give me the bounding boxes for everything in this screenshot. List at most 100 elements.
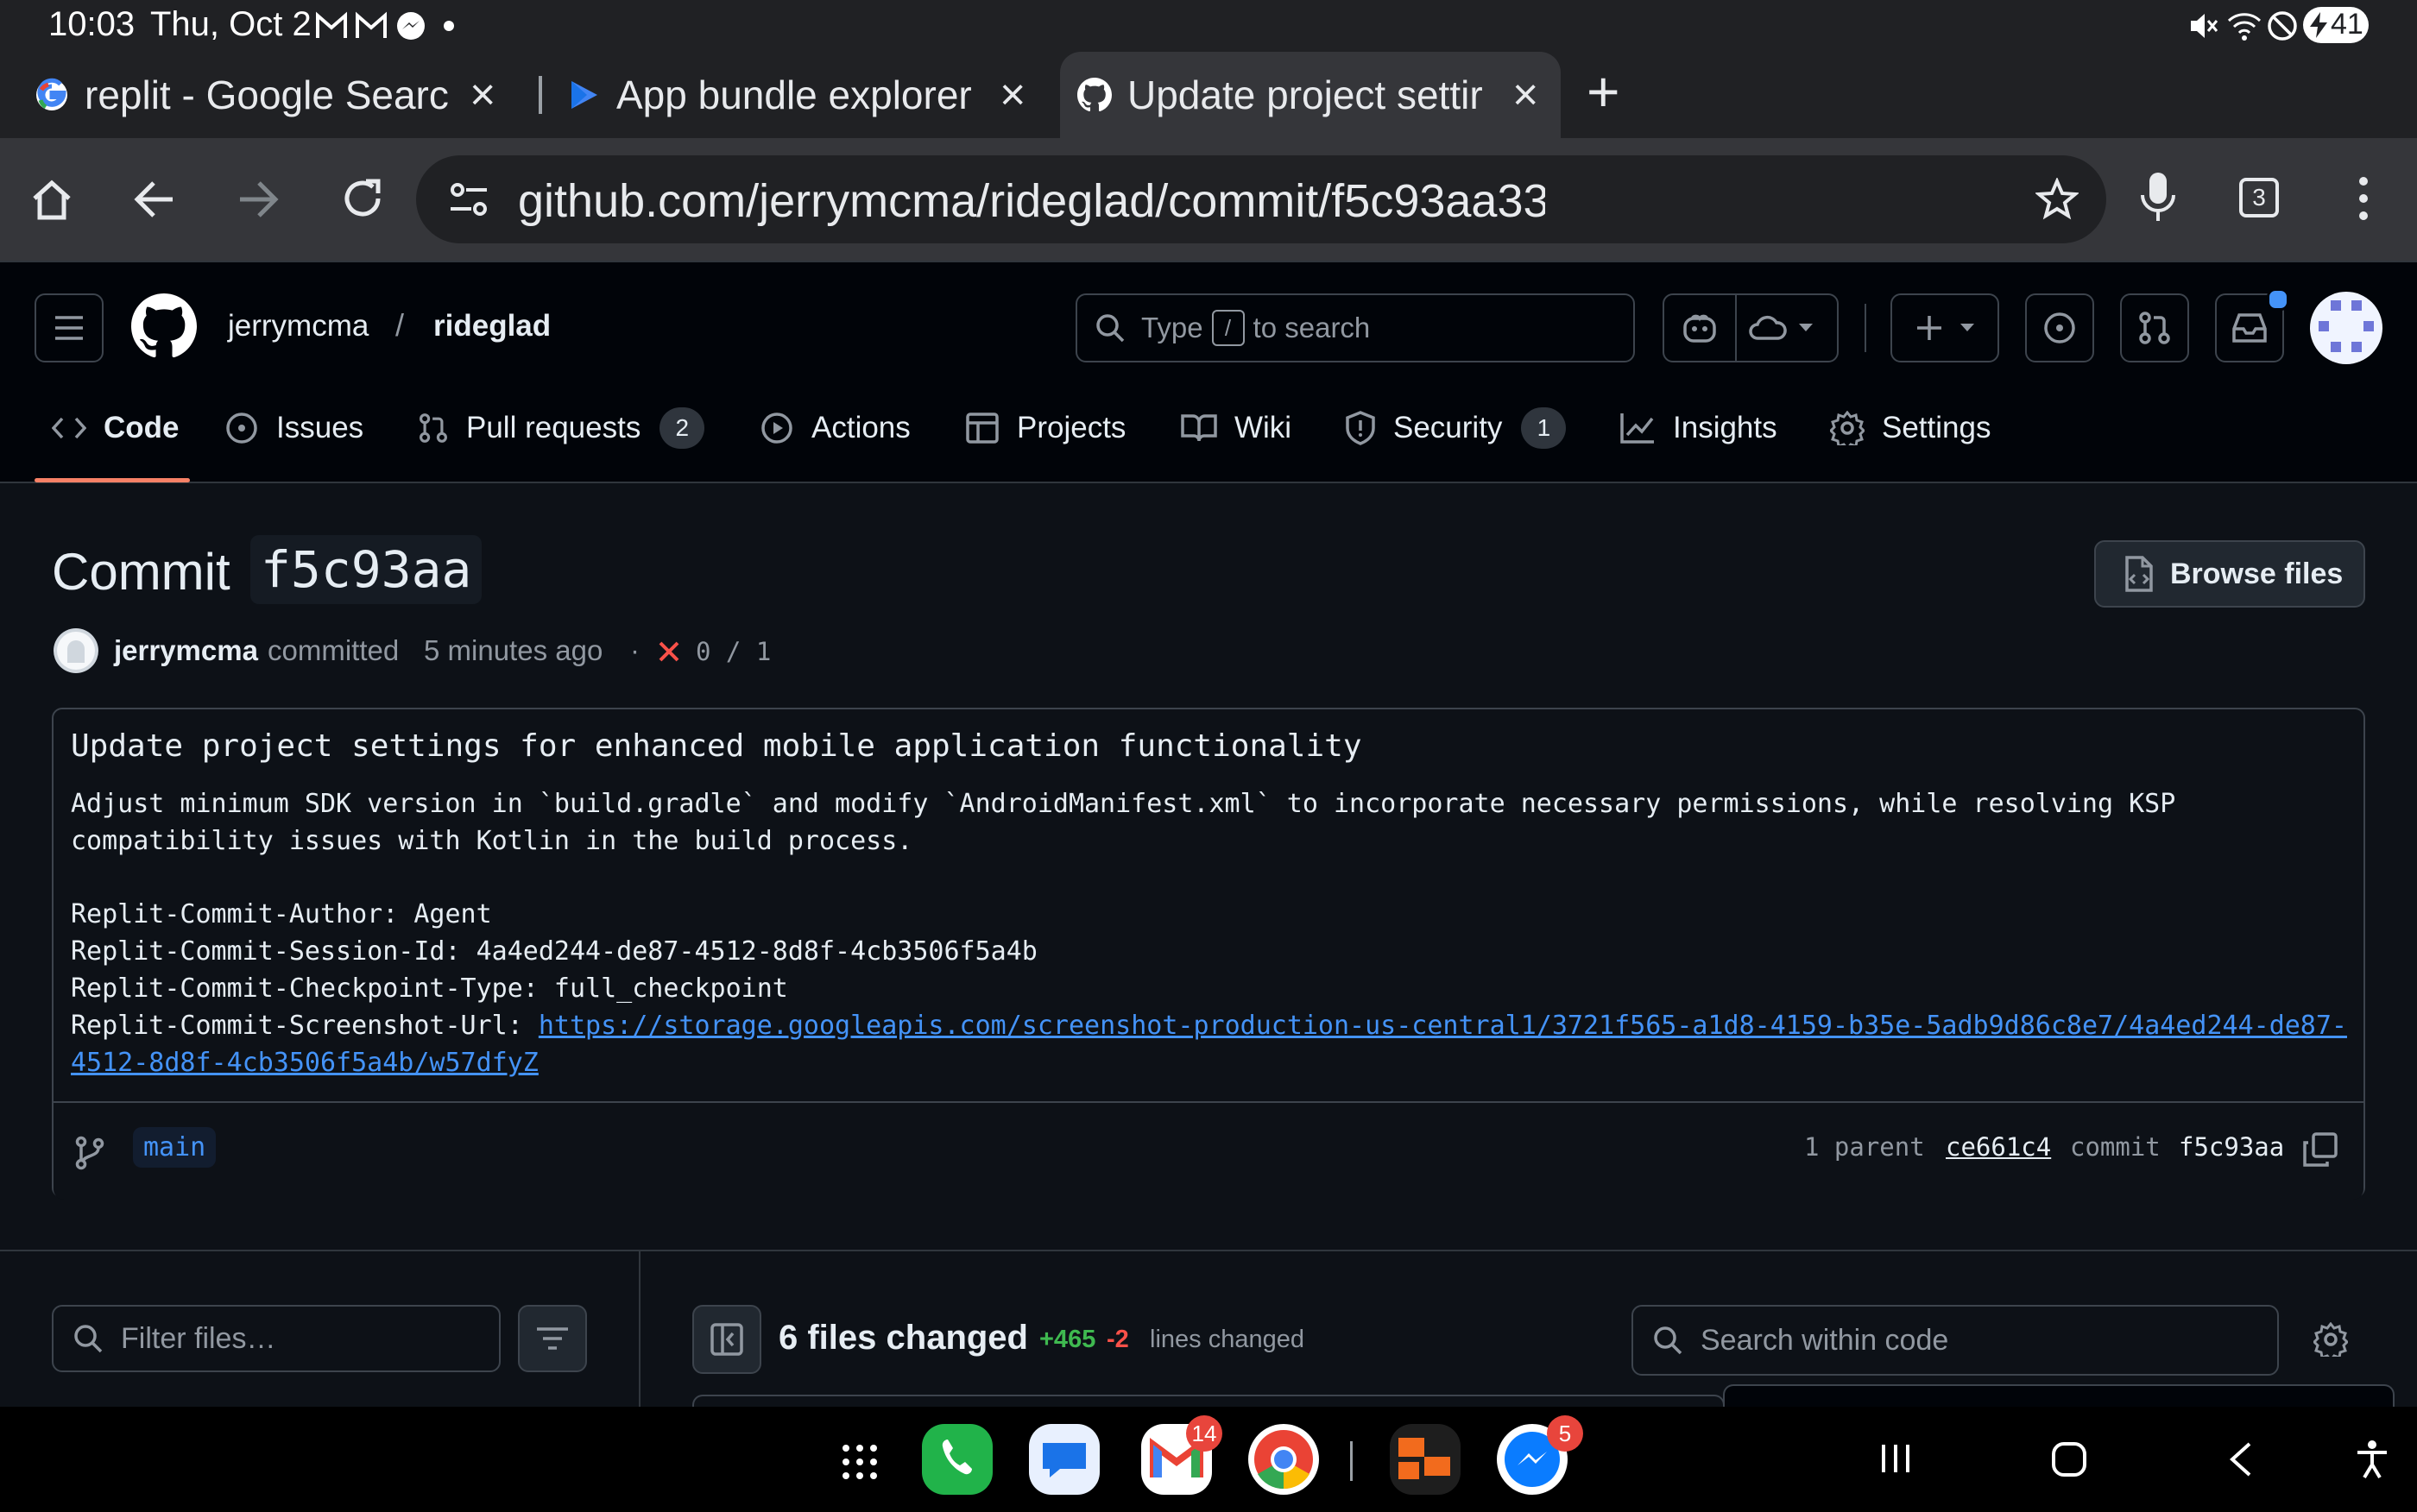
tab-code[interactable]: Code [52, 400, 180, 456]
commit-footer: main 1 parent ce661c4 commit f5c93aa [54, 1101, 2363, 1200]
author-avatar[interactable] [54, 628, 98, 673]
back-nav-icon[interactable] [2227, 1441, 2253, 1477]
address-bar[interactable]: github.com/jerrymcma/rideglad/commit/f5c… [416, 155, 2106, 243]
gmail-notification-icon [316, 10, 395, 41]
pull-requests-button[interactable] [2120, 293, 2189, 362]
checks-status[interactable]: 0 / 1 [696, 637, 771, 666]
button-divider [1735, 293, 1737, 362]
new-tab-button[interactable]: + [1587, 59, 1620, 124]
tab-label: Actions [811, 411, 911, 444]
chevron-down-icon [1960, 324, 1974, 331]
additions-count: +465 [1039, 1326, 1096, 1353]
messenger-notification-icon [395, 10, 426, 41]
parent-sha-link[interactable]: ce661c4 [1946, 1132, 2051, 1162]
url-text[interactable]: github.com/jerrymcma/rideglad/commit/f5c… [518, 174, 1545, 228]
search-within-code-input[interactable]: Search within code [1631, 1305, 2279, 1376]
search-icon [74, 1325, 103, 1353]
tab-strip: replit - Google Searc × App bundle explo… [0, 52, 2417, 138]
copy-icon[interactable] [2301, 1132, 2338, 1169]
phone-app-icon[interactable] [922, 1424, 993, 1495]
close-tab-icon[interactable]: × [1512, 69, 1538, 121]
branch-label[interactable]: main [133, 1127, 217, 1168]
office-app-icon[interactable] [1390, 1424, 1461, 1495]
search-icon [1096, 314, 1125, 343]
commit-trailer: Replit-Commit-Screenshot-Url: https://st… [71, 1011, 2347, 1041]
close-tab-icon[interactable]: × [470, 69, 495, 121]
microphone-icon[interactable] [2139, 171, 2177, 224]
search-placeholder-prefix: Type [1141, 312, 1203, 343]
screenshot-url-link[interactable]: 4512-8d8f-4cb3506f5a4b/w57dfyZ [71, 1048, 539, 1078]
screenshot-url-link[interactable]: https://storage.googleapis.com/screensho… [539, 1011, 2347, 1041]
copilot-button-group[interactable] [1663, 293, 1839, 362]
tab-update-project-settings[interactable]: Update project settir × [1060, 52, 1561, 138]
issues-button[interactable] [2025, 293, 2094, 362]
create-new-button[interactable] [1890, 293, 1999, 362]
tab-actions[interactable]: Actions [760, 400, 911, 456]
toggle-file-tree-button[interactable] [692, 1305, 761, 1374]
avatar[interactable] [2310, 292, 2382, 364]
tab-pull-requests[interactable]: Pull requests 2 [418, 400, 705, 456]
diff-settings-gear-icon[interactable] [2313, 1322, 2348, 1357]
search-icon [1654, 1326, 1682, 1355]
issue-opened-icon [2044, 312, 2075, 343]
copilot-icon [1683, 314, 1716, 343]
gear-icon [1830, 411, 1865, 445]
committed-text: committed [268, 634, 400, 666]
recent-apps-icon[interactable] [1878, 1441, 1913, 1476]
home-icon[interactable] [29, 178, 74, 223]
tab-settings[interactable]: Settings [1830, 400, 1991, 456]
author-link[interactable]: jerrymcma [114, 634, 258, 667]
search-input[interactable]: Type / to search [1076, 293, 1635, 362]
forward-icon[interactable] [237, 180, 280, 219]
tab-label: Projects [1017, 411, 1126, 444]
global-menu-button[interactable] [35, 293, 104, 362]
search-placeholder: Search within code [1701, 1323, 1949, 1357]
filter-options-button[interactable] [518, 1305, 587, 1372]
close-tab-icon[interactable]: × [1000, 69, 1025, 121]
commit-short-sha: f5c93aa [250, 535, 483, 604]
tab-title: Update project settir [1127, 72, 1483, 117]
github-logo-icon[interactable] [131, 293, 197, 359]
github-favicon-icon [1077, 78, 1112, 112]
inbox-icon [2232, 313, 2267, 343]
tab-app-bundle-explorer[interactable]: App bundle explorer × [566, 52, 1032, 138]
sidebar-collapse-icon [710, 1323, 743, 1356]
browse-files-button[interactable]: Browse files [2094, 540, 2365, 608]
more-notifications-dot [444, 21, 454, 31]
repo-name-link[interactable]: rideglad [433, 309, 551, 343]
status-bar: 10:03 Thu, Oct 2 41 [0, 0, 2417, 52]
tab-count-button[interactable]: 3 [2239, 178, 2279, 217]
tab-insights[interactable]: Insights [1619, 400, 1777, 456]
tab-projects[interactable]: Projects [965, 400, 1126, 456]
check-failed-icon[interactable] [658, 640, 680, 663]
filter-files-input[interactable]: Filter files… [52, 1305, 501, 1372]
commit-body-line: Adjust minimum SDK version in `build.gra… [71, 789, 2176, 819]
parent-count: 1 parent [1804, 1132, 1925, 1162]
bookmark-star-icon[interactable] [2035, 178, 2079, 221]
chevron-down-icon [1799, 324, 1813, 331]
status-time: 10:03 [48, 5, 136, 43]
tab-google-search[interactable]: replit - Google Searc × [35, 52, 533, 138]
section-divider [0, 1250, 2417, 1251]
tab-wiki[interactable]: Wiki [1181, 400, 1291, 456]
site-info-icon[interactable] [449, 181, 489, 217]
panel-divider [639, 1251, 641, 1407]
browser-toolbar: github.com/jerrymcma/rideglad/commit/f5c… [0, 138, 2417, 261]
back-icon[interactable] [133, 180, 176, 219]
battery-level: 41 [2331, 8, 2363, 41]
tab-label: Security [1393, 411, 1503, 444]
tab-security[interactable]: Security 1 [1345, 400, 1567, 456]
repo-owner-link[interactable]: jerrymcma [228, 309, 369, 343]
messages-app-icon[interactable] [1029, 1424, 1100, 1495]
search-placeholder-suffix: to search [1253, 312, 1371, 343]
accessibility-icon[interactable] [2355, 1440, 2389, 1479]
app-drawer-icon[interactable] [841, 1443, 879, 1481]
hamburger-icon [55, 316, 83, 340]
chrome-app-icon[interactable] [1248, 1424, 1319, 1495]
tab-issues[interactable]: Issues [224, 400, 363, 456]
browser-menu-icon[interactable] [2357, 176, 2370, 221]
reload-icon[interactable] [340, 176, 385, 221]
trailer-label: Replit-Commit-Screenshot-Url: [71, 1011, 539, 1041]
commit-trailer: Replit-Commit-Checkpoint-Type: full_chec… [71, 973, 788, 1004]
home-nav-icon[interactable] [2051, 1441, 2087, 1477]
